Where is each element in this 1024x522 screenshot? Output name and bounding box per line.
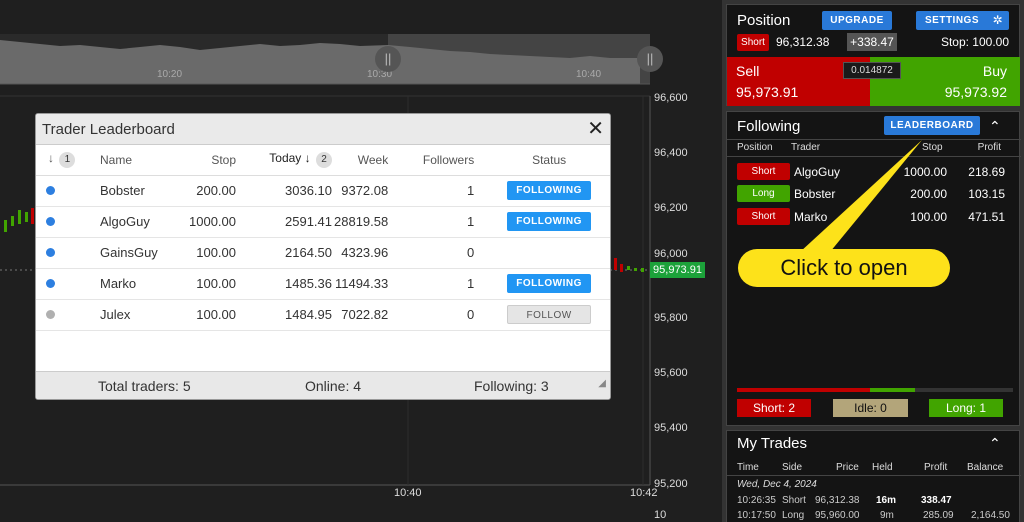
click-to-open-callout: Click to open bbox=[738, 249, 950, 287]
